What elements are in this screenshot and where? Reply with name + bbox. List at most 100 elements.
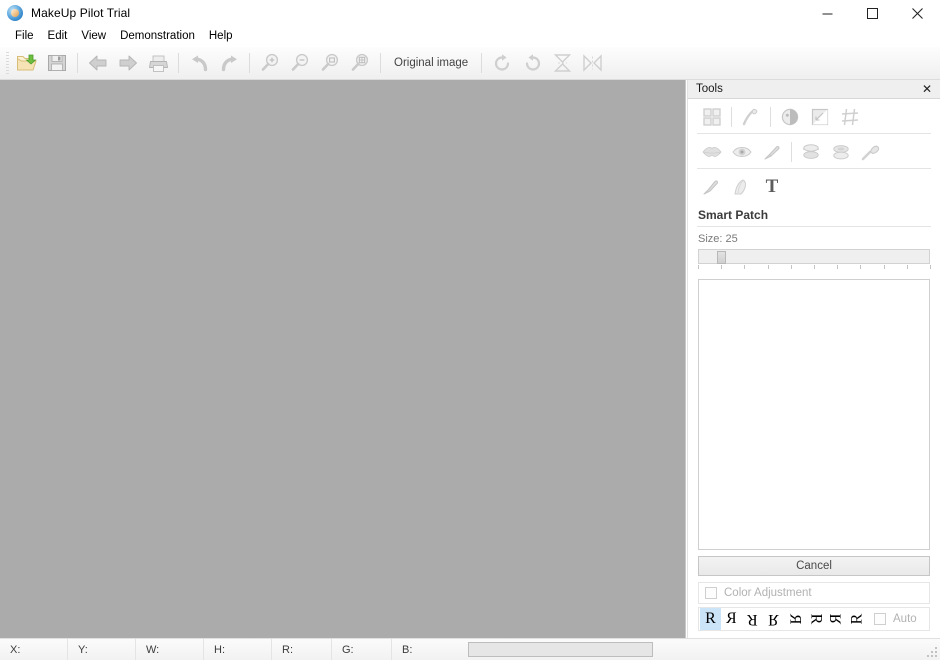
tools-panel-close-icon[interactable]: ✕: [920, 83, 934, 95]
auto-label: Auto: [893, 613, 917, 625]
text-tool-icon: T: [765, 176, 779, 197]
orientation-cell-2[interactable]: R: [742, 608, 763, 630]
resize-grip[interactable]: [927, 647, 938, 658]
window-title: MakeUp Pilot Trial: [31, 6, 131, 20]
status-bar: X: Y: W: H: R: G: B:: [0, 638, 940, 660]
tools-panel-body: T Smart Patch Size: 25 Cancel Color Adju…: [688, 99, 940, 638]
slider-tick: [721, 265, 723, 269]
menu-item-file[interactable]: File: [8, 27, 41, 46]
save-file-button[interactable]: [42, 49, 72, 77]
grip-dot: [931, 651, 933, 653]
toolbar-separator: [380, 53, 381, 73]
auto-checkbox[interactable]: [874, 613, 886, 625]
next-image-button[interactable]: [113, 49, 143, 77]
tool-smart-patch-button[interactable]: [697, 173, 727, 201]
size-slider-thumb[interactable]: [717, 251, 727, 264]
status-b: B:: [402, 643, 413, 656]
print-button[interactable]: [143, 49, 173, 77]
toolbar-separator: [77, 53, 78, 73]
orientation-glyph: R: [827, 613, 845, 625]
preview-area[interactable]: [698, 279, 930, 550]
status-progress-bar: [468, 642, 653, 657]
slider-tick: [698, 265, 699, 269]
flip-vertical-button[interactable]: [547, 49, 577, 77]
tool-blush-button[interactable]: [826, 138, 856, 166]
maximize-button[interactable]: [850, 0, 895, 26]
tool-retouch-button[interactable]: [736, 103, 766, 131]
tool-row-general: [697, 99, 931, 132]
orientation-cell-0[interactable]: R: [700, 608, 721, 630]
orientation-glyph: R: [747, 611, 758, 628]
zoom-in-button[interactable]: [255, 49, 285, 77]
orientation-cell-4[interactable]: R: [784, 608, 805, 630]
toolbar-separator: [249, 53, 250, 73]
orientation-cell-3[interactable]: R: [763, 608, 784, 630]
tool-applicator-button[interactable]: [856, 138, 886, 166]
toolbar-drag-handle[interactable]: [6, 52, 9, 74]
tool-separator: [770, 106, 771, 127]
window-controls: [805, 0, 940, 26]
color-adjustment-checkbox[interactable]: [705, 587, 717, 599]
tool-lips-button[interactable]: [697, 138, 727, 166]
tool-row-makeup: [697, 134, 931, 167]
cancel-button[interactable]: Cancel: [698, 556, 930, 576]
tool-powder-button[interactable]: [796, 138, 826, 166]
tool-soft-brush-button[interactable]: [727, 173, 757, 201]
tool-thumbnails-button[interactable]: [697, 103, 727, 131]
tool-row-brushes: T: [697, 169, 931, 202]
flip-horizontal-button[interactable]: [577, 49, 607, 77]
orientation-cell-6[interactable]: R: [826, 608, 847, 630]
zoom-out-button[interactable]: [285, 49, 315, 77]
orientation-glyph: R: [786, 613, 804, 625]
tool-lipstick-button[interactable]: [757, 138, 787, 166]
tools-panel-title: Tools: [696, 83, 723, 95]
slider-tick: [790, 265, 792, 269]
original-image-label: Original image: [394, 57, 469, 69]
auto-checkbox-group[interactable]: Auto: [874, 613, 917, 625]
size-slider[interactable]: [697, 249, 931, 272]
title-bar: MakeUp Pilot Trial: [0, 0, 940, 26]
status-x: X:: [0, 638, 68, 660]
open-file-button[interactable]: [12, 49, 42, 77]
slider-tick: [930, 265, 931, 269]
tool-grid-lines-button[interactable]: [835, 103, 865, 131]
grip-dot: [935, 655, 937, 657]
orientation-glyph: R: [726, 610, 737, 627]
tool-separator: [791, 141, 792, 162]
image-canvas[interactable]: [0, 80, 686, 640]
tool-text-button[interactable]: T: [757, 173, 787, 201]
orientation-cell-5[interactable]: R: [805, 608, 826, 630]
grip-dot: [931, 655, 933, 657]
zoom-actual-button[interactable]: [315, 49, 345, 77]
menu-item-help[interactable]: Help: [202, 27, 240, 46]
size-slider-track[interactable]: [698, 249, 930, 264]
grip-dot: [927, 655, 929, 657]
rotate-right-button[interactable]: [487, 49, 517, 77]
menu-item-view[interactable]: View: [74, 27, 113, 46]
orientation-cell-1[interactable]: R: [721, 608, 742, 630]
zoom-fit-button[interactable]: [345, 49, 375, 77]
orientation-cell-7[interactable]: R: [847, 608, 868, 630]
undo-button[interactable]: [184, 49, 214, 77]
minimize-button[interactable]: [805, 0, 850, 26]
tool-separator: [731, 106, 732, 127]
status-h: H:: [204, 638, 272, 660]
slider-tick: [767, 265, 769, 269]
menu-item-edit[interactable]: Edit: [41, 27, 75, 46]
tool-eye-button[interactable]: [727, 138, 757, 166]
close-button[interactable]: [895, 0, 940, 26]
redo-button[interactable]: [214, 49, 244, 77]
slider-tick: [837, 265, 839, 269]
grip-dot: [935, 647, 937, 649]
orientation-selector[interactable]: RRRRRRRR Auto: [698, 607, 930, 631]
smart-patch-section-title: Smart Patch: [697, 202, 931, 227]
color-adjustment-row[interactable]: Color Adjustment: [698, 582, 930, 604]
grip-dot: [935, 651, 937, 653]
menu-item-demonstration[interactable]: Demonstration: [113, 27, 202, 46]
tool-contrast-button[interactable]: [775, 103, 805, 131]
previous-image-button[interactable]: [83, 49, 113, 77]
rotate-left-button[interactable]: [517, 49, 547, 77]
tool-crop-resize-button[interactable]: [805, 103, 835, 131]
tools-panel: Tools ✕ T Smart Patch Size: 25 Cancel Co…: [687, 80, 940, 638]
canvas-container: [0, 80, 687, 640]
